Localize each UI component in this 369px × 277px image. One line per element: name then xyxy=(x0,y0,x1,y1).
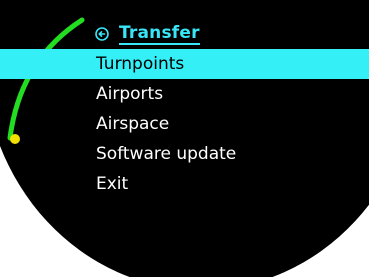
page-title: Transfer xyxy=(119,23,200,45)
menu-item-exit[interactable]: Exit xyxy=(0,169,369,199)
menu-item-software-update[interactable]: Software update xyxy=(0,139,369,169)
back-arrow-circle-icon[interactable] xyxy=(95,27,109,41)
menu-item-turnpoints[interactable]: Turnpoints xyxy=(0,49,369,79)
menu-item-airspace[interactable]: Airspace xyxy=(0,109,369,139)
transfer-menu: Turnpoints Airports Airspace Software up… xyxy=(0,49,369,199)
page-header: Transfer xyxy=(95,22,200,46)
device-screen: Transfer Turnpoints Airports Airspace So… xyxy=(0,0,369,277)
menu-item-airports[interactable]: Airports xyxy=(0,79,369,109)
